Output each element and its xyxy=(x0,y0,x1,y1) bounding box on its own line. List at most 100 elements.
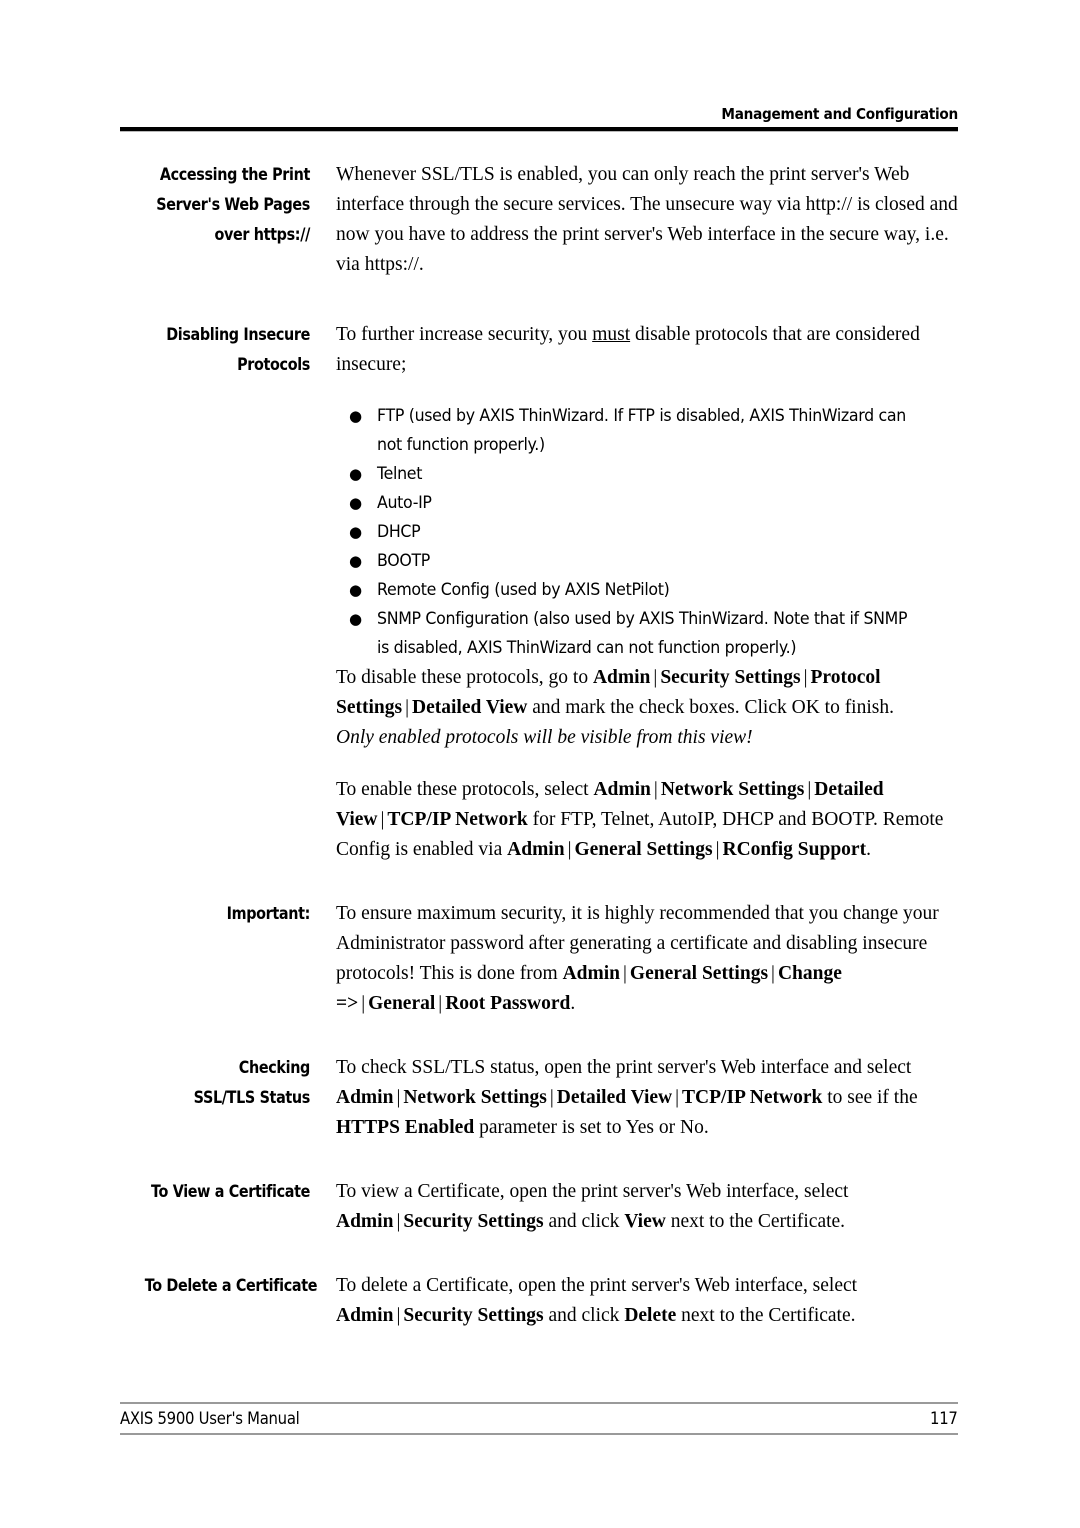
menu-security-settings: Security Settings xyxy=(403,1305,544,1326)
menu-admin: Admin xyxy=(593,779,651,800)
text: and click xyxy=(543,1305,625,1326)
menu-separator: | xyxy=(623,963,627,984)
section-label-accessing: Accessing the Print Server's Web Pages o… xyxy=(120,160,310,250)
list-item: ● SNMP Configuration (also used by AXIS T… xyxy=(336,605,958,663)
menu-general-settings: General Settings xyxy=(574,839,713,860)
menu-separator: | xyxy=(675,1087,680,1108)
menu-separator: | xyxy=(361,993,366,1014)
bullet-icon: ● xyxy=(349,581,362,599)
intro-must-underlined: must xyxy=(592,324,631,345)
menu-admin: Admin xyxy=(336,1087,394,1108)
bullet-icon: ● xyxy=(349,407,362,425)
bullet-icon: ● xyxy=(349,552,362,570)
label-line: Protocols xyxy=(237,355,310,374)
paragraph: Whenever SSL/TLS is enabled, you can onl… xyxy=(336,164,958,275)
section-label-view-certificate: To View a Certificate xyxy=(120,1177,310,1207)
section-accessing-web-pages: Accessing the Print Server's Web Pages o… xyxy=(120,160,958,280)
menu-network-settings: Network Settings xyxy=(403,1087,547,1108)
text: . xyxy=(866,839,871,860)
menu-root-password: Root Password xyxy=(445,993,571,1014)
section-label-delete-certificate: To Delete a Certificate xyxy=(120,1271,318,1301)
menu-general-settings: General Settings xyxy=(629,963,769,984)
menu-separator: | xyxy=(807,779,812,800)
paragraph-disable-instructions: To disable these protocols, go to Admin |… xyxy=(336,663,958,753)
menu-separator: | xyxy=(549,1087,554,1108)
list-item: ● FTP (used by AXIS ThinWizard. If FTP is… xyxy=(336,402,958,460)
label-line: Checking xyxy=(238,1058,311,1077)
footer-content: AXIS 5900 User's Manual 117 xyxy=(120,1404,958,1433)
section-delete-certificate: To Delete a Certificate To delete a Cert… xyxy=(120,1271,958,1331)
text: and click xyxy=(543,1211,625,1232)
section-label-checking: Checking SSL/TLS Status xyxy=(120,1053,311,1113)
section-body-accessing: Whenever SSL/TLS is enabled, you can onl… xyxy=(310,160,958,280)
list-item-label: SNMP Configuration (also used by AXIS Th… xyxy=(377,609,908,658)
button-delete: Delete xyxy=(624,1305,677,1326)
paragraph: To delete a Certificate, open the print … xyxy=(336,1271,958,1331)
bullet-icon: ● xyxy=(349,610,362,628)
text: next to the Certificate. xyxy=(665,1211,846,1232)
paragraph: To ensure maximum security, it is highly… xyxy=(336,899,958,1019)
text: To disable these protocols, go to xyxy=(336,667,593,688)
menu-separator: | xyxy=(438,993,443,1014)
label-line: Important: xyxy=(226,904,311,923)
document-page: Management and Configuration Accessing t… xyxy=(0,0,1080,1528)
paragraph-enable-instructions: To enable these protocols, select Admin |… xyxy=(336,775,958,865)
list-item-label: FTP (used by AXIS ThinWizard. If FTP is … xyxy=(377,406,906,455)
section-view-certificate: To View a Certificate To view a Certific… xyxy=(120,1177,958,1237)
paragraph: To check SSL/TLS status, open the print … xyxy=(336,1053,958,1143)
menu-admin: Admin xyxy=(562,963,621,984)
text: To enable these protocols, select xyxy=(336,779,594,800)
menu-separator: | xyxy=(380,809,385,830)
menu-tcpip-network: TCP/IP Network xyxy=(387,809,528,830)
menu-separator: | xyxy=(396,1087,401,1108)
menu-general: General xyxy=(368,993,436,1014)
menu-network-settings: Network Settings xyxy=(660,779,805,800)
list-item: ● Auto-IP xyxy=(336,489,958,518)
footer-page-number: 117 xyxy=(930,1409,958,1428)
list-item-label: DHCP xyxy=(377,522,421,542)
section-body-checking: To check SSL/TLS status, open the print … xyxy=(310,1053,958,1143)
text: to see if the xyxy=(822,1087,918,1108)
paragraph: To view a Certificate, open the print se… xyxy=(336,1177,958,1237)
section-body-delete-certificate: To delete a Certificate, open the print … xyxy=(310,1271,958,1331)
list-item: ● DHCP xyxy=(336,518,958,547)
section-body-disabling: To further increase security, you must d… xyxy=(310,320,958,865)
menu-admin: Admin xyxy=(592,667,651,688)
menu-detailed-view: Detailed View xyxy=(412,697,528,718)
text: To delete a Certificate, open the print … xyxy=(336,1275,858,1296)
label-line: To Delete a Certificate xyxy=(144,1276,318,1295)
menu-separator: | xyxy=(567,839,572,860)
list-item-label: Auto-IP xyxy=(377,493,432,513)
list-item-label: Remote Config (used by AXIS NetPilot) xyxy=(377,580,670,600)
bullet-icon: ● xyxy=(349,523,362,541)
paragraph-intro: To further increase security, you must d… xyxy=(336,320,958,380)
menu-separator: | xyxy=(396,1211,401,1232)
menu-tcpip-network: TCP/IP Network xyxy=(682,1087,823,1108)
label-line: Server's Web Pages xyxy=(156,195,310,214)
page-content: Accessing the Print Server's Web Pages o… xyxy=(120,160,958,1331)
page-footer: AXIS 5900 User's Manual 117 xyxy=(120,1402,958,1435)
insecure-protocols-list: ● FTP (used by AXIS ThinWizard. If FTP is… xyxy=(336,402,958,663)
list-item: ● BOOTP xyxy=(336,547,958,576)
footer-rule-bottom xyxy=(120,1433,958,1435)
bullet-icon: ● xyxy=(349,494,362,512)
text: parameter is set to Yes or No. xyxy=(474,1117,709,1138)
text: To view a Certificate, open the print se… xyxy=(336,1181,849,1202)
menu-admin: Admin xyxy=(336,1211,394,1232)
header-rule xyxy=(120,127,958,133)
param-https-enabled: HTTPS Enabled xyxy=(336,1117,475,1138)
menu-separator: | xyxy=(405,697,409,718)
text: To check SSL/TLS status, open the print … xyxy=(336,1057,912,1078)
list-item: ● Telnet xyxy=(336,460,958,489)
label-line: SSL/TLS Status xyxy=(193,1088,311,1107)
label-line: To View a Certificate xyxy=(151,1182,310,1201)
button-view: View xyxy=(624,1211,666,1232)
menu-separator: | xyxy=(771,963,775,984)
label-line: over https:// xyxy=(214,225,310,244)
section-label-disabling: Disabling Insecure Protocols xyxy=(120,320,310,380)
